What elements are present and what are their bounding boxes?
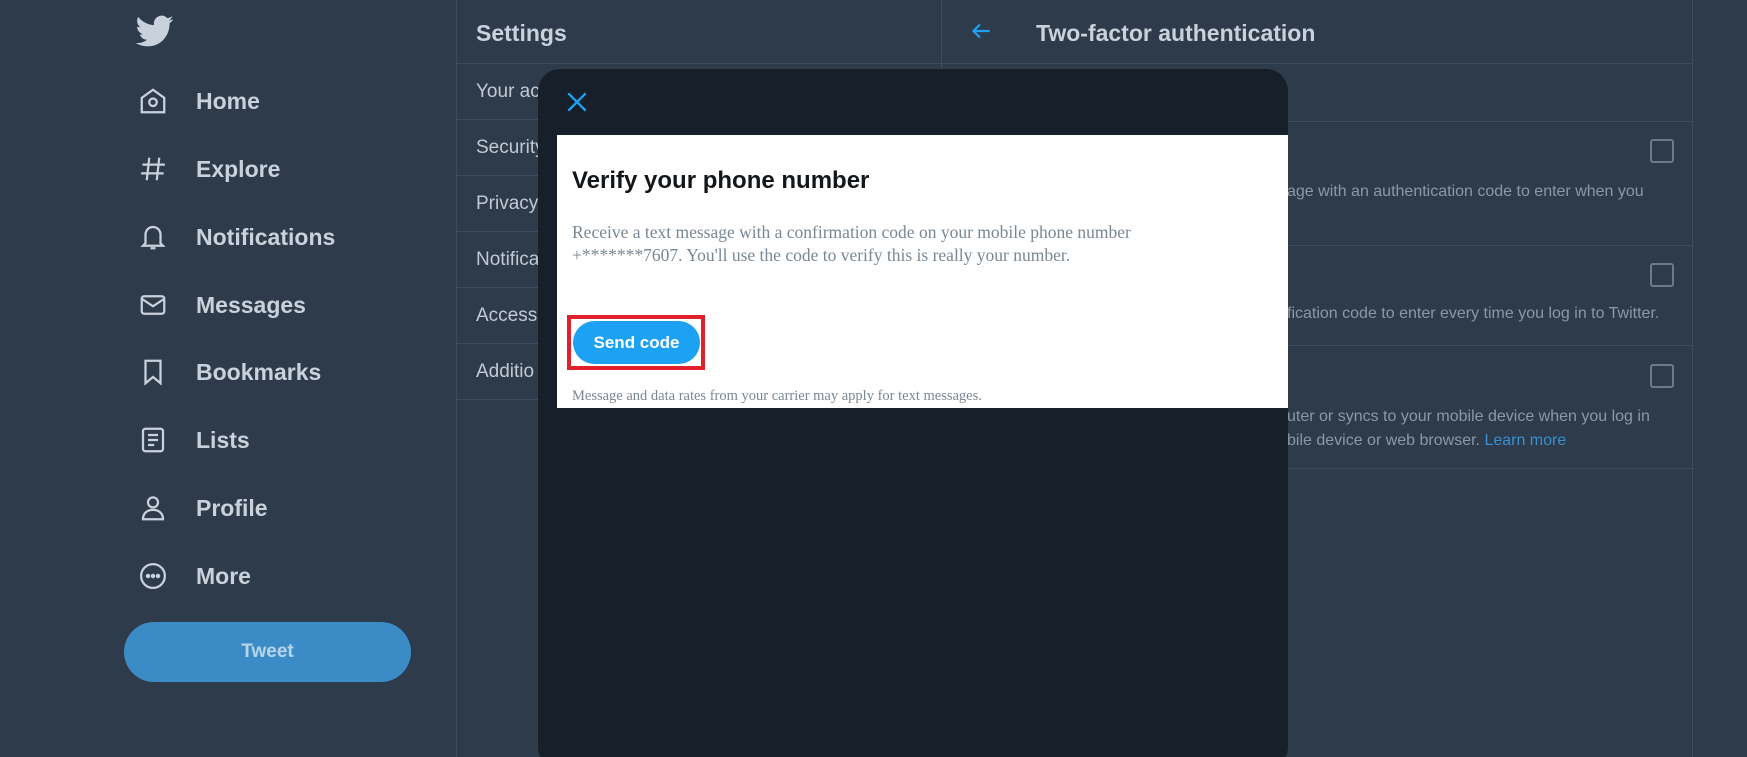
learn-more-link[interactable]: Learn more: [1484, 432, 1566, 449]
security-key-description-line2: bile device or web browser. Learn more: [1287, 428, 1566, 453]
nav-notifications[interactable]: Notifications: [136, 215, 335, 259]
verify-phone-modal: Verify your phone number Receive a text …: [538, 69, 1288, 757]
nav-home[interactable]: Home: [136, 79, 260, 123]
send-code-highlight: Send code: [567, 315, 705, 370]
detail-header: Two-factor authentication: [942, 0, 1692, 64]
list-icon: [136, 423, 170, 457]
settings-title: Settings: [457, 0, 941, 64]
security-key-checkbox[interactable]: [1650, 364, 1674, 388]
nav-messages-label: Messages: [196, 291, 306, 318]
nav-explore[interactable]: Explore: [136, 147, 280, 191]
nav-explore-label: Explore: [196, 155, 281, 182]
nav-profile[interactable]: Profile: [136, 486, 268, 530]
modal-content: Verify your phone number Receive a text …: [557, 135, 1288, 408]
person-icon: [136, 491, 170, 525]
more-icon: [136, 559, 170, 593]
send-code-button[interactable]: Send code: [573, 321, 700, 364]
nav-lists-label: Lists: [196, 426, 250, 453]
text-message-description: age with an authentication code to enter…: [1287, 183, 1644, 200]
envelope-icon: [136, 288, 170, 322]
authentication-app-checkbox[interactable]: [1650, 263, 1674, 287]
bookmark-icon: [136, 355, 170, 389]
nav-home-label: Home: [196, 87, 260, 114]
nav-profile-label: Profile: [196, 494, 268, 521]
home-icon: [136, 84, 170, 118]
tweet-button[interactable]: Tweet: [124, 622, 411, 682]
security-key-description-line1: uter or syncs to your mobile device when…: [1287, 408, 1650, 425]
nav-messages[interactable]: Messages: [136, 283, 306, 327]
security-key-description-text: bile device or web browser.: [1287, 432, 1480, 449]
page-title: Two-factor authentication: [1036, 20, 1316, 46]
primary-navigation: Home Explore Notifications Messages Book…: [0, 0, 456, 757]
modal-heading: Verify your phone number: [572, 167, 870, 194]
hashtag-icon: [136, 152, 170, 186]
back-arrow-icon[interactable]: [968, 18, 994, 44]
nav-more[interactable]: More: [136, 554, 251, 598]
modal-description: Receive a text message with a confirmati…: [572, 222, 1131, 265]
rates-disclaimer: Message and data rates from your carrier…: [572, 388, 982, 404]
authentication-app-description: fication code to enter every time you lo…: [1287, 305, 1660, 322]
nav-lists[interactable]: Lists: [136, 418, 250, 462]
nav-notifications-label: Notifications: [196, 223, 336, 250]
close-icon[interactable]: [564, 89, 590, 115]
nav-more-label: More: [196, 562, 251, 589]
bell-icon: [136, 220, 170, 254]
twitter-logo-icon[interactable]: [135, 12, 174, 50]
nav-bookmarks-label: Bookmarks: [196, 358, 322, 385]
nav-bookmarks[interactable]: Bookmarks: [136, 350, 321, 394]
text-message-checkbox[interactable]: [1650, 139, 1674, 163]
